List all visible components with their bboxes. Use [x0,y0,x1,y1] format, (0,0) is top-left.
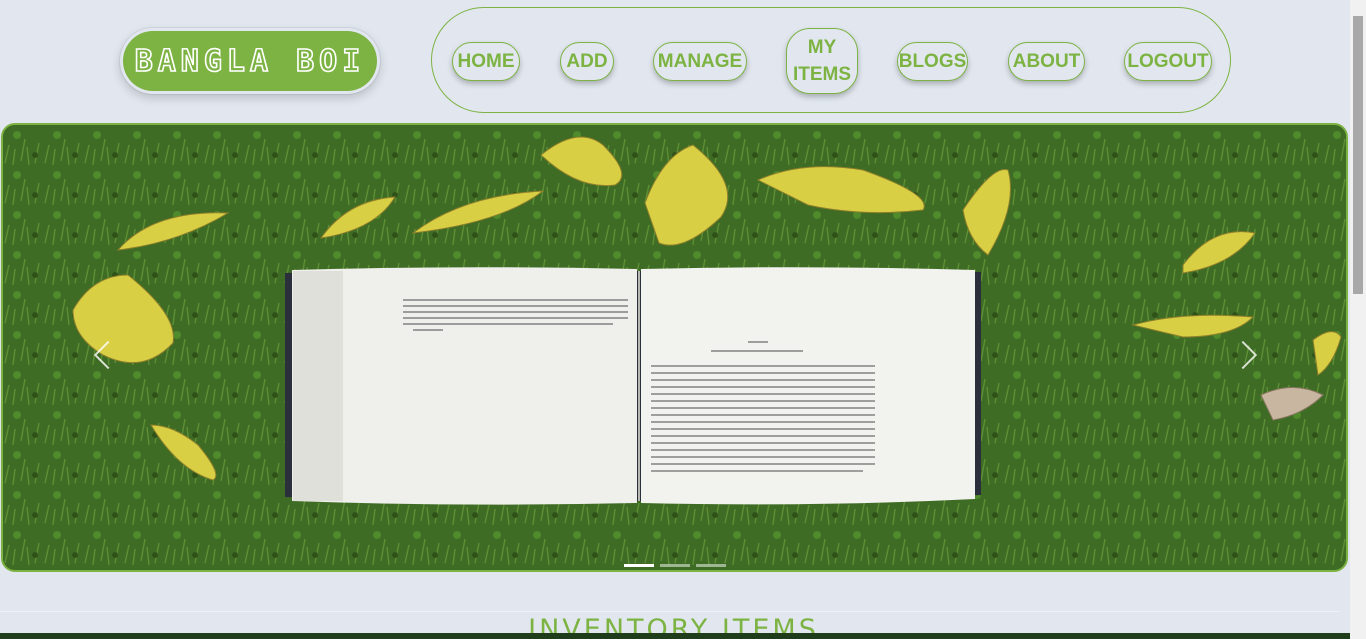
nav-blogs[interactable]: BLOGS [897,42,968,81]
section-divider [0,611,1340,612]
carousel-indicator-2[interactable] [660,564,690,567]
carousel-indicator-1[interactable] [624,564,654,567]
nav-my-items-line1: MY [807,37,837,58]
book-shape [285,267,981,505]
carousel-next-button[interactable] [1228,325,1268,385]
nav-home[interactable]: HOME [452,42,520,81]
nav-about[interactable]: ABOUT [1008,42,1085,81]
nav-logout[interactable]: LOGOUT [1124,42,1212,81]
chevron-left-icon [93,340,123,370]
logo[interactable]: BANGLA BOI [120,28,380,94]
logo-text: BANGLA BOI [134,43,366,80]
scrollbar-thumb[interactable] [1353,16,1363,294]
page: BANGLA BOI HOME ADD MANAGE MY ITEMS BLOG… [0,0,1350,639]
carousel-indicators [624,564,726,567]
chevron-right-icon [1228,340,1258,370]
nav-my-items-line2: ITEMS [792,64,852,85]
nav-my-items-label: MY ITEMS [793,34,851,88]
nav-add[interactable]: ADD [560,42,614,81]
footer-bar [0,633,1350,639]
nav-my-items[interactable]: MY ITEMS [786,28,858,94]
hero-carousel [1,123,1348,572]
carousel-indicator-3[interactable] [696,564,726,567]
slide-image [3,125,1346,570]
carousel-prev-button[interactable] [83,325,123,385]
logo-badge: BANGLA BOI [123,31,377,91]
page-scrollbar[interactable] [1350,0,1366,639]
main-nav: HOME ADD MANAGE MY ITEMS BLOGS ABOUT LOG… [431,7,1231,113]
nav-manage[interactable]: MANAGE [653,42,747,81]
